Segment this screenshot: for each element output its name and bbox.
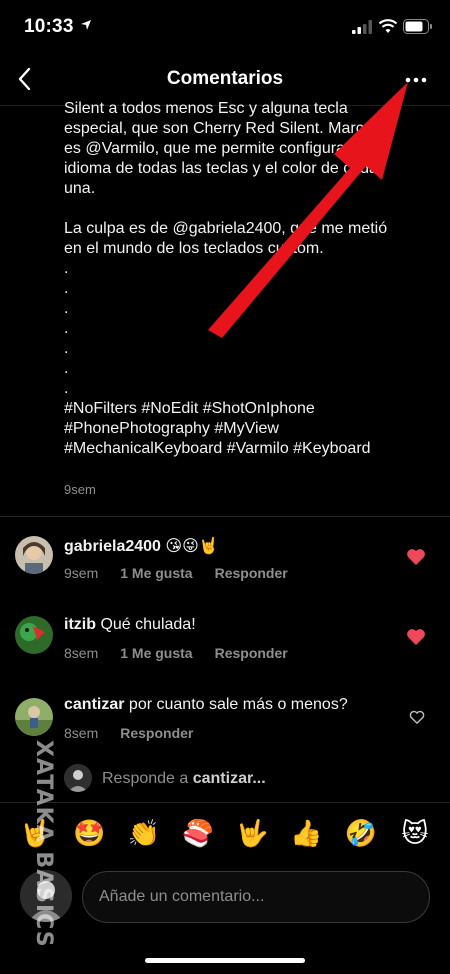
watermark-text: XATAKA BASICS bbox=[31, 740, 56, 948]
more-options-icon[interactable] bbox=[402, 70, 430, 90]
emoji-clapping-button[interactable]: 👏 bbox=[124, 814, 164, 854]
avatar[interactable] bbox=[15, 698, 53, 736]
comment-item: cantizar por cuanto sale más o menos? 8s… bbox=[0, 690, 450, 750]
comment-input[interactable] bbox=[82, 871, 430, 923]
battery-icon bbox=[403, 19, 432, 34]
reply-prompt-text: Responde a cantizar... bbox=[102, 770, 266, 788]
reply-target-user: cantizar... bbox=[192, 770, 266, 787]
emoji-rofl-button[interactable]: 🤣 bbox=[341, 814, 381, 854]
status-bar: 10:33 bbox=[0, 0, 450, 52]
heart-outline-icon[interactable] bbox=[409, 710, 425, 725]
heart-filled-icon[interactable] bbox=[406, 548, 426, 566]
comment-text: itzib Qué chulada! bbox=[64, 616, 196, 634]
wifi-icon bbox=[378, 19, 398, 33]
emoji-quick-bar: 🤘 🤩 👏 🍣 🤟 👍 🤣 😻 bbox=[0, 812, 450, 856]
comment-username[interactable]: cantizar bbox=[64, 696, 124, 713]
reply-button[interactable]: Responder bbox=[215, 565, 288, 581]
caption-line: Silent a todos menos Esc y alguna tecla bbox=[64, 100, 348, 117]
caption-line: . bbox=[64, 340, 69, 357]
emoji-sushi-button[interactable]: 🍣 bbox=[178, 814, 218, 854]
caption-line: . bbox=[64, 300, 69, 317]
comment-meta: 8sem Responder bbox=[64, 725, 215, 741]
caption-hashtags: #MechanicalKeyboard #Varmilo #Keyboard bbox=[64, 440, 371, 457]
location-arrow-icon bbox=[81, 20, 91, 30]
caption-line: especial, que son Cherry Red Silent. Mar… bbox=[64, 120, 373, 137]
reply-button[interactable]: Responder bbox=[120, 725, 193, 741]
comment-time: 8sem bbox=[64, 645, 99, 661]
caption-line: . bbox=[64, 320, 69, 337]
comment-text: gabriela2400 😘😜🤘 bbox=[64, 536, 219, 556]
caption-line: una. bbox=[64, 180, 96, 197]
caption-hashtags: #NoFilters #NoEdit #ShotOnIphone bbox=[64, 400, 315, 417]
heart-filled-icon[interactable] bbox=[406, 628, 426, 646]
home-indicator bbox=[145, 958, 305, 963]
comment-composer bbox=[0, 868, 450, 928]
caption-hashtags: #PhonePhotography #MyView bbox=[64, 420, 279, 437]
page-title: Comentarios bbox=[166, 68, 284, 89]
emoji-heart-eyes-cat-button[interactable]: 😻 bbox=[395, 814, 435, 854]
emoji-star-struck-button[interactable]: 🤩 bbox=[69, 814, 109, 854]
reply-prompt[interactable]: Responde a cantizar... bbox=[0, 760, 450, 800]
comment-time: 9sem bbox=[64, 565, 99, 581]
reply-prefix: Responde a bbox=[102, 770, 193, 787]
caption-line: . bbox=[64, 380, 69, 397]
caption-line: . bbox=[64, 260, 69, 277]
nav-bar: Comentarios bbox=[0, 52, 450, 106]
avatar bbox=[64, 764, 92, 792]
comment-body: 😘😜🤘 bbox=[165, 538, 219, 555]
caption-line: La culpa es de @gabriela2400, que me met… bbox=[64, 220, 388, 237]
caption-line: . bbox=[64, 280, 69, 297]
comment-text: cantizar por cuanto sale más o menos? bbox=[64, 696, 348, 714]
caption-line: es @Varmilo, que me permite configurar e… bbox=[64, 140, 368, 157]
caption-line: en el mundo de los teclados custom. bbox=[64, 240, 324, 257]
caption-timestamp: 9sem bbox=[64, 482, 96, 497]
comment-body: Qué chulada! bbox=[100, 616, 196, 633]
comment-meta: 8sem 1 Me gusta Responder bbox=[64, 645, 310, 661]
avatar[interactable] bbox=[15, 616, 53, 654]
divider bbox=[0, 516, 450, 517]
post-caption: Silent a todos menos Esc y alguna tecla … bbox=[64, 99, 434, 459]
status-time: 10:33 bbox=[24, 16, 74, 37]
caption-line bbox=[64, 199, 434, 219]
divider bbox=[0, 802, 450, 803]
cellular-signal-icon bbox=[352, 20, 372, 34]
comment-username[interactable]: itzib bbox=[64, 616, 96, 633]
watermark: XATAKA BASICS bbox=[22, 740, 62, 970]
comment-username[interactable]: gabriela2400 bbox=[64, 538, 161, 555]
comment-time: 8sem bbox=[64, 725, 99, 741]
comment-item: itzib Qué chulada! 8sem 1 Me gusta Respond… bbox=[0, 610, 450, 670]
emoji-love-you-button[interactable]: 🤟 bbox=[232, 814, 272, 854]
avatar[interactable] bbox=[15, 536, 53, 574]
emoji-thumbs-up-button[interactable]: 👍 bbox=[286, 814, 326, 854]
comment-item: gabriela2400 😘😜🤘 9sem 1 Me gusta Responder bbox=[0, 530, 450, 590]
caption-line: . bbox=[64, 360, 69, 377]
comment-likes[interactable]: 1 Me gusta bbox=[120, 645, 192, 661]
reply-button[interactable]: Responder bbox=[215, 645, 288, 661]
caption-line: idioma de todas las teclas y el color de… bbox=[64, 160, 378, 177]
comment-meta: 9sem 1 Me gusta Responder bbox=[64, 565, 310, 581]
comment-likes[interactable]: 1 Me gusta bbox=[120, 565, 192, 581]
comment-body: por cuanto sale más o menos? bbox=[128, 696, 348, 713]
